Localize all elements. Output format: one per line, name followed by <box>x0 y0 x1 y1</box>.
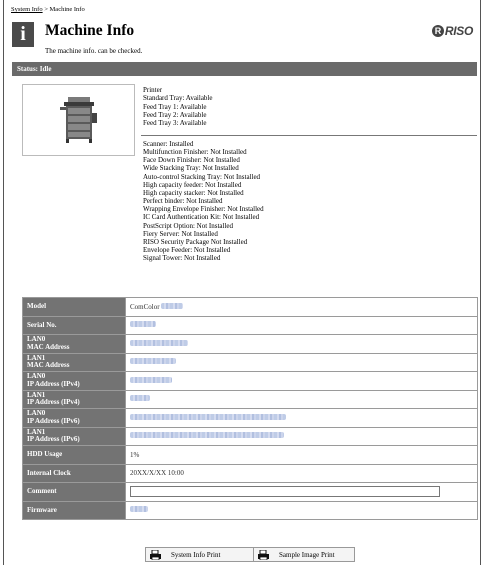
comment-cell <box>125 482 478 502</box>
model-label: Model <box>22 297 126 317</box>
internal-clock-label: Internal Clock <box>22 463 126 483</box>
comment-label: Comment <box>22 482 126 502</box>
sample-image-print-label: Sample Image Print <box>279 550 335 559</box>
table-row: LAN1 IP Address (IPv4) <box>22 389 478 409</box>
table-row: LAN0 IP Address (IPv4) <box>22 371 478 391</box>
page-header: i Machine Info The machine info. can be … <box>12 22 477 55</box>
system-info-print-label: System Info Print <box>171 550 221 559</box>
mac-address-label: MAC Address <box>27 361 70 370</box>
firmware-value <box>125 500 478 520</box>
hdd-usage-label: HDD Usage <box>22 445 126 465</box>
internal-clock-value: 20XX/X/XX 10:00 <box>125 463 478 483</box>
lan1-ipv6-label: LAN1 IP Address (IPv6) <box>22 426 126 446</box>
breadcrumb-system-info-link[interactable]: System Info <box>11 6 43 13</box>
hdd-usage-value: 1% <box>125 445 478 465</box>
device-line: Printer <box>143 86 163 94</box>
option-line: Scanner: Installed <box>143 140 194 148</box>
device-line: Standard Tray: Available <box>143 94 213 103</box>
table-row: LAN0 IP Address (IPv6) <box>22 408 478 428</box>
option-line: High capacity stacker: Not Installed <box>143 188 244 197</box>
lan0-ipv6-value <box>125 408 478 428</box>
print-icon <box>150 549 161 560</box>
ipv6-address-label: IP Address (IPv6) <box>27 435 80 444</box>
serial-label: Serial No. <box>22 315 126 335</box>
firmware-label: Firmware <box>22 500 126 520</box>
device-info: Printer Standard Tray: Available Feed Tr… <box>143 86 212 127</box>
option-line: PostScript Option: Not Installed <box>143 221 234 230</box>
ipv4-address-label: IP Address (IPv4) <box>27 379 80 388</box>
ipv4-address-label: IP Address (IPv4) <box>27 398 80 407</box>
printer-image <box>22 84 135 156</box>
breadcrumb-current: Machine Info <box>49 6 85 13</box>
model-name: ComColor <box>130 302 160 311</box>
redacted-value <box>130 321 156 328</box>
table-row: Internal Clock 20XX/X/XX 10:00 <box>22 463 478 483</box>
table-row: LAN1 MAC Address <box>22 352 478 372</box>
status-bar: Status: Idle <box>12 62 477 76</box>
table-row: HDD Usage 1% <box>22 445 478 465</box>
redacted-value <box>130 506 148 513</box>
lan1-mac-value <box>125 352 478 372</box>
option-line: Fiery Server: Not Installed <box>143 229 218 238</box>
lan0-ipv4-value <box>125 371 478 391</box>
sample-image-print-button[interactable]: Sample Image Print <box>253 547 355 562</box>
lan1-ipv4-value <box>125 389 478 409</box>
divider <box>141 135 477 136</box>
table-row: Serial No. <box>22 315 478 335</box>
table-row: Model ComColor <box>22 297 478 317</box>
table-row: Firmware <box>22 500 478 520</box>
option-line: High capacity feeder: Not Installed <box>143 180 242 189</box>
system-info-print-button[interactable]: System Info Print <box>145 547 262 562</box>
installed-options: Scanner: Installed Multifunction Finishe… <box>143 140 264 262</box>
option-line: Auto-control Stacking Tray: Not Installe… <box>143 172 261 181</box>
breadcrumb: System Info > Machine Info <box>11 6 85 13</box>
option-line: Perfect binder: Not Installed <box>143 197 223 206</box>
riso-logo-mark: R <box>431 25 444 37</box>
lan0-mac-label: LAN0 MAC Address <box>22 334 126 354</box>
redacted-value <box>161 302 184 309</box>
lan1-ipv4-label: LAN1 IP Address (IPv4) <box>22 389 126 409</box>
redacted-value <box>130 358 176 365</box>
device-line: Feed Tray 1: Available <box>143 102 207 111</box>
riso-logo-text: RISO <box>444 24 473 38</box>
redacted-value <box>130 413 286 420</box>
ipv6-address-label: IP Address (IPv6) <box>27 416 80 425</box>
table-row: Comment <box>22 482 478 502</box>
content-frame: System Info > Machine Info i Machine Inf… <box>3 0 481 565</box>
mac-address-label: MAC Address <box>27 342 70 351</box>
print-icon <box>258 549 269 560</box>
riso-logo: R RISO <box>431 24 473 38</box>
info-icon: i <box>12 22 34 47</box>
page-subtitle: The machine info. can be checked. <box>45 47 143 55</box>
breadcrumb-separator: > <box>42 6 50 13</box>
option-line: RISO Security Package Not Installed <box>143 237 248 246</box>
lan1-mac-label: LAN1 MAC Address <box>22 352 126 372</box>
option-line: Signal Tower: Not Installed <box>143 254 221 263</box>
option-line: Face Down Finisher: Not Installed <box>143 156 240 165</box>
table-row: LAN1 IP Address (IPv6) <box>22 426 478 446</box>
lan0-mac-value <box>125 334 478 354</box>
machine-info-table: Model ComColor Serial No. LAN0 MAC Addres… <box>22 297 478 520</box>
lan0-ipv6-label: LAN0 IP Address (IPv6) <box>22 408 126 428</box>
serial-value <box>125 315 478 335</box>
option-line: IC Card Authentication Kit: Not Installe… <box>143 213 260 222</box>
table-row: LAN0 MAC Address <box>22 334 478 354</box>
option-line: Wide Stacking Tray: Not Installed <box>143 164 239 173</box>
redacted-value <box>130 395 150 402</box>
redacted-value <box>130 376 172 383</box>
lan0-ipv4-label: LAN0 IP Address (IPv4) <box>22 371 126 391</box>
option-line: Envelope Feeder: Not Installed <box>143 246 231 255</box>
device-line: Feed Tray 2: Available <box>143 110 207 119</box>
printer-icon <box>60 97 97 143</box>
model-value: ComColor <box>125 297 478 317</box>
device-line: Feed Tray 3: Available <box>143 119 207 128</box>
page-title: Machine Info <box>45 22 135 39</box>
redacted-value <box>130 339 188 346</box>
redacted-value <box>130 432 284 439</box>
option-line: Multifunction Finisher: Not Installed <box>143 148 247 157</box>
option-line: Wrapping Envelope Finisher: Not Installe… <box>143 205 264 214</box>
comment-input[interactable] <box>130 486 440 498</box>
lan1-ipv6-value <box>125 426 478 446</box>
